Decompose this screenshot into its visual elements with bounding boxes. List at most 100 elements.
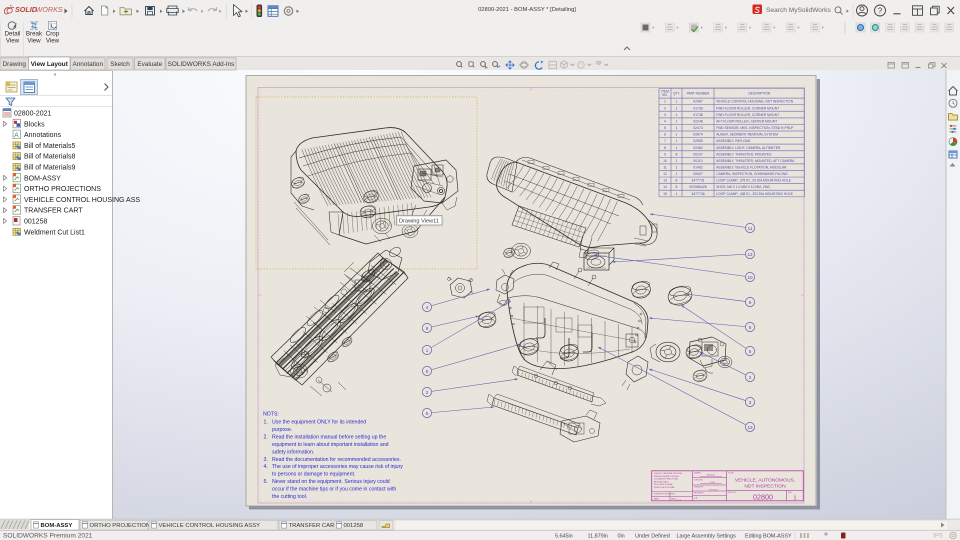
svg-text:AUGER, SEDIMENT REMOVAL SYSTEM: AUGER, SEDIMENT REMOVAL SYSTEM: [716, 133, 778, 137]
svg-text:Bill of Materials8: Bill of Materials8: [24, 154, 75, 161]
svg-text:01462: 01462: [693, 166, 703, 170]
svg-text:A: A: [13, 24, 16, 29]
svg-text:IPS: IPS: [933, 534, 943, 540]
svg-text:ENG APPR.: ENG APPR.: [694, 486, 704, 489]
svg-text:LOOP CLAMP, .375 ID, .03 DIA M: LOOP CLAMP, .375 ID, .03 DIA MOUNTING HO…: [716, 179, 792, 183]
svg-text:ASSEMBLY, THRUSTER, MOUNTED, A: ASSEMBLY, THRUSTER, MOUNTED, AFT CAMERA: [716, 159, 795, 163]
svg-text:00607: 00607: [693, 172, 703, 176]
svg-text:Annotation: Annotation: [72, 61, 103, 68]
svg-text:SHCS, M6 X 1.0 MM X 12 MM, ZIN: SHCS, M6 X 1.0 MM X 12 MM, ZINC: [716, 185, 771, 189]
svg-text:Large Assembly Settings: Large Assembly Settings: [677, 533, 737, 539]
svg-text:6: 6: [426, 411, 429, 416]
svg-text:Use the equipment ONLY for its: Use the equipment ONLY for its intended: [272, 420, 366, 426]
svg-text:001258: 001258: [344, 523, 364, 529]
svg-text:Weldment Cut List1: Weldment Cut List1: [24, 229, 85, 236]
svg-text:1: 1: [676, 126, 678, 130]
svg-text:Blocks: Blocks: [24, 121, 45, 128]
svg-text:1: 1: [676, 113, 678, 117]
svg-text:DIMENSIONS ARE IN INCHES: DIMENSIONS ARE IN INCHES: [654, 475, 680, 478]
svg-text:2: 2: [664, 106, 666, 110]
svg-text:1: 1: [676, 166, 678, 170]
svg-text:8: 8: [426, 326, 429, 331]
svg-text:11: 11: [748, 226, 753, 231]
svg-text:0in: 0in: [618, 533, 625, 539]
svg-text:WORKS: WORKS: [36, 5, 63, 14]
svg-text:1: 1: [676, 119, 678, 123]
svg-text:ORTHO PROJECTIONS: ORTHO PROJECTIONS: [90, 523, 155, 529]
svg-text:02800-2021: 02800-2021: [14, 111, 51, 118]
svg-text:2: 2: [426, 390, 429, 395]
svg-text:02555: 02555: [693, 139, 703, 143]
svg-text:2: 2: [749, 375, 752, 380]
svg-text:4: 4: [664, 119, 666, 123]
svg-text:1 0 1 5: 1 0 1 5: [675, 499, 682, 501]
svg-text:8/17/2021: 8/17/2021: [709, 489, 719, 491]
svg-text:VEHICLE, AUTONOMOUS,: VEHICLE, AUTONOMOUS,: [735, 478, 795, 484]
svg-text:safety information.: safety information.: [272, 449, 314, 455]
svg-text:1: 1: [676, 139, 678, 143]
svg-text:14: 14: [663, 185, 667, 189]
svg-text:12: 12: [663, 172, 667, 176]
svg-text:UNLESS OTHERWISE SPECIFIED: UNLESS OTHERWISE SPECIFIED: [654, 473, 683, 475]
svg-text:02248: 02248: [693, 119, 703, 123]
svg-text:Sketch: Sketch: [110, 61, 130, 68]
svg-text:Read the installation manual b: Read the installation manual before sett…: [272, 434, 386, 440]
svg-text:02487: 02487: [693, 100, 703, 104]
svg-text:VEHICLE CONTROL HOUSING, NDT I: VEHICLE CONTROL HOUSING, NDT INSPECTION: [716, 100, 794, 104]
svg-text:REV.: REV.: [788, 492, 793, 494]
svg-text:THREE PLACE DECIMAL: THREE PLACE DECIMAL: [654, 486, 675, 489]
svg-text:DRAWN: DRAWN: [694, 472, 701, 475]
svg-text:01738: 01738: [693, 113, 703, 117]
svg-text:8/8/2021: 8/8/2021: [707, 475, 716, 477]
svg-text:13: 13: [663, 179, 667, 183]
svg-text:92298A428: 92298A428: [689, 185, 706, 189]
svg-text:1: 1: [676, 133, 678, 137]
svg-text:11: 11: [663, 166, 667, 170]
svg-text:3: 3: [664, 113, 666, 117]
svg-text:View: View: [46, 37, 60, 44]
svg-text:FWD SENSOR, MKS. INSPECTION, S: FWD SENSOR, MKS. INSPECTION, STBD H-PRUF: [716, 126, 793, 130]
svg-text:TOLERANCES: FRACTIONAL: TOLERANCES: FRACTIONAL: [654, 478, 679, 481]
svg-text:ANGULAR: MACH: ANGULAR: MACH: [654, 480, 670, 483]
svg-text:1: 1: [676, 159, 678, 163]
svg-text:BOM-ASSY: BOM-ASSY: [41, 523, 73, 529]
svg-text:Drawing View11: Drawing View11: [399, 219, 439, 225]
svg-text:SOLIDWORKS Premium 2021: SOLIDWORKS Premium 2021: [3, 533, 93, 540]
svg-text:INTERPRET GEOMETRIC: INTERPRET GEOMETRIC: [654, 494, 676, 496]
svg-text:AFT FLOOR ROLLER, CENTER MOUNT: AFT FLOOR ROLLER, CENTER MOUNT: [716, 119, 777, 123]
svg-text:1: 1: [676, 192, 678, 196]
svg-text:8: 8: [749, 325, 752, 330]
svg-text:occur if the machine tips or i: occur if the machine tips or if you come…: [272, 487, 396, 493]
svg-text:02800: 02800: [753, 492, 773, 501]
svg-text:PART NUMBER: PART NUMBER: [687, 92, 711, 96]
svg-text:7: 7: [664, 139, 666, 143]
svg-text:1: 1: [676, 100, 678, 104]
svg-text:10: 10: [663, 159, 667, 163]
svg-text:Annotations: Annotations: [24, 132, 61, 139]
svg-text:2.: 2.: [264, 434, 268, 440]
svg-text:13: 13: [747, 425, 753, 430]
svg-text:TRANSFER CART: TRANSFER CART: [289, 523, 339, 529]
svg-text:4: 4: [426, 305, 429, 310]
svg-text:TITLE:: TITLE:: [728, 473, 734, 475]
svg-text:8: 8: [676, 185, 678, 189]
svg-text:5: 5: [426, 369, 429, 374]
svg-text:Q.A.: Q.A.: [694, 496, 698, 499]
svg-text:Crop: Crop: [46, 30, 60, 37]
svg-text:5: 5: [664, 126, 666, 130]
svg-text:00197: 00197: [693, 152, 703, 156]
svg-text:3.: 3.: [264, 457, 268, 463]
svg-text:ORTHO PROJECTIONS: ORTHO PROJECTIONS: [24, 186, 101, 193]
svg-text:5.645in: 5.645in: [555, 533, 573, 539]
svg-text:6: 6: [664, 133, 666, 137]
svg-text:View: View: [27, 37, 41, 44]
svg-text:01736: 01736: [693, 106, 703, 110]
svg-text:the cutting tool.: the cutting tool.: [272, 494, 307, 500]
svg-text:VEHICLE CONTROL HOUSING ASS: VEHICLE CONTROL HOUSING ASS: [24, 197, 140, 204]
svg-text:COM: COM: [709, 482, 714, 484]
svg-text:DESCRIPTION: DESCRIPTION: [748, 92, 770, 96]
svg-text:3477731: 3477731: [691, 179, 704, 183]
svg-text:8: 8: [676, 152, 678, 156]
svg-text:3477736: 3477736: [691, 192, 704, 196]
svg-text:?: ?: [878, 6, 883, 15]
